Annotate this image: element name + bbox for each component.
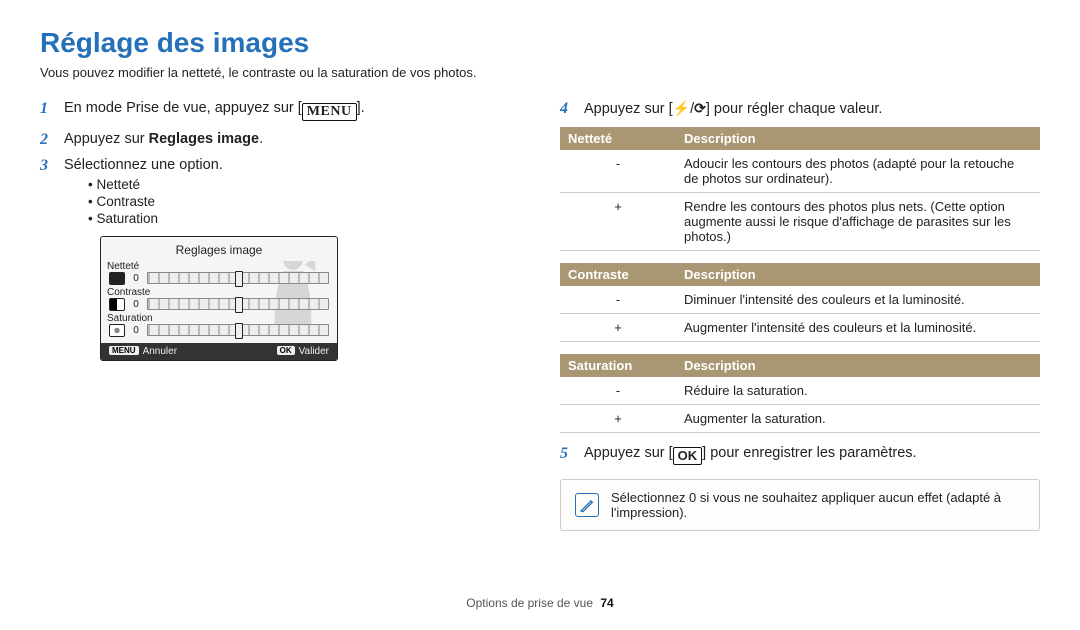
lcd-title: Reglages image bbox=[101, 237, 337, 261]
bullet-item: Saturation bbox=[88, 211, 520, 226]
lcd-cancel: MENU Annuler bbox=[109, 346, 177, 357]
step-5: 5 Appuyez sur [OK] pour enregistrer les … bbox=[560, 445, 1040, 465]
right-column: 4 Appuyez sur [⚡/⟳] pour régler chaque v… bbox=[560, 100, 1040, 531]
lcd-confirm: OK Valider bbox=[277, 346, 329, 357]
step-2-text-pre: Appuyez sur bbox=[64, 131, 149, 147]
table-header: Contraste bbox=[560, 263, 676, 286]
table-header: Description bbox=[676, 263, 1040, 286]
menu-tag-icon: MENU bbox=[109, 346, 139, 355]
lcd-slider-row: 0 bbox=[101, 323, 337, 339]
camera-lcd-preview: Reglages image Netteté 0 Contraste 0 Sat… bbox=[100, 236, 338, 361]
table-value: Diminuer l'intensité des couleurs et la … bbox=[676, 286, 1040, 314]
table-key: + bbox=[560, 404, 676, 432]
ok-tag-icon: OK bbox=[277, 346, 295, 355]
bullet-item: Contraste bbox=[88, 194, 520, 209]
lcd-confirm-label: Valider bbox=[299, 346, 329, 357]
contrast-icon bbox=[109, 298, 125, 311]
lcd-cancel-label: Annuler bbox=[143, 346, 177, 357]
lcd-slider-row: 0 bbox=[101, 297, 337, 313]
lcd-slider-row: 0 bbox=[101, 271, 337, 287]
ok-button-icon: OK bbox=[673, 447, 703, 465]
table-header: Netteté bbox=[560, 127, 676, 150]
note-icon bbox=[575, 493, 599, 517]
table-contraste: Contraste Description - Diminuer l'inten… bbox=[560, 263, 1040, 342]
note-box: Sélectionnez 0 si vous ne souhaitez appl… bbox=[560, 479, 1040, 531]
step-5-text-post: ] pour enregistrer les paramètres. bbox=[702, 445, 916, 461]
table-key: - bbox=[560, 377, 676, 405]
table-row: + Augmenter l'intensité des couleurs et … bbox=[560, 313, 1040, 341]
page-title: Réglage des images bbox=[40, 28, 1040, 59]
page-intro: Vous pouvez modifier la netteté, le cont… bbox=[40, 65, 1040, 80]
step-number: 2 bbox=[40, 131, 48, 149]
table-key: + bbox=[560, 313, 676, 341]
left-column: 1 En mode Prise de vue, appuyez sur [MEN… bbox=[40, 100, 520, 531]
step-5-text-pre: Appuyez sur [ bbox=[584, 445, 673, 461]
table-nettete: Netteté Description - Adoucir les contou… bbox=[560, 127, 1040, 251]
table-header: Description bbox=[676, 127, 1040, 150]
step-4: 4 Appuyez sur [⚡/⟳] pour régler chaque v… bbox=[560, 100, 1040, 117]
flash-icon: ⚡ bbox=[673, 100, 690, 117]
note-text: Sélectionnez 0 si vous ne souhaitez appl… bbox=[611, 490, 1025, 520]
table-row: + Rendre les contours des photos plus ne… bbox=[560, 192, 1040, 250]
table-header: Saturation bbox=[560, 354, 676, 377]
menu-button-icon: MENU bbox=[302, 103, 357, 121]
step-1-text-pre: En mode Prise de vue, appuyez sur [ bbox=[64, 100, 302, 116]
step-number: 4 bbox=[560, 100, 568, 118]
step-1-text-post: ]. bbox=[357, 100, 365, 116]
step-1: 1 En mode Prise de vue, appuyez sur [MEN… bbox=[40, 100, 520, 121]
table-row: - Réduire la saturation. bbox=[560, 377, 1040, 405]
bullet-item: Netteté bbox=[88, 177, 520, 192]
footer-section: Options de prise de vue bbox=[466, 596, 593, 610]
table-value: Augmenter la saturation. bbox=[676, 404, 1040, 432]
table-saturation: Saturation Description - Réduire la satu… bbox=[560, 354, 1040, 433]
footer-page-number: 74 bbox=[600, 596, 613, 610]
step-3-text: Sélectionnez une option. bbox=[64, 157, 223, 173]
table-key: - bbox=[560, 286, 676, 314]
lcd-value: 0 bbox=[130, 273, 142, 284]
step-number: 5 bbox=[560, 445, 568, 463]
timer-icon: ⟳ bbox=[694, 100, 706, 117]
table-row: - Adoucir les contours des photos (adapt… bbox=[560, 150, 1040, 193]
step-3-bullets: Netteté Contraste Saturation bbox=[88, 177, 520, 226]
lcd-footer: MENU Annuler OK Valider bbox=[101, 343, 337, 360]
table-value: Adoucir les contours des photos (adapté … bbox=[676, 150, 1040, 193]
sharpness-icon bbox=[109, 272, 125, 285]
step-4-text-post: ] pour régler chaque valeur. bbox=[706, 101, 883, 117]
step-2-bold: Reglages image bbox=[149, 131, 259, 147]
lcd-slider bbox=[147, 324, 329, 336]
table-value: Augmenter l'intensité des couleurs et la… bbox=[676, 313, 1040, 341]
table-value: Rendre les contours des photos plus nets… bbox=[676, 192, 1040, 250]
step-number: 3 bbox=[40, 157, 48, 175]
step-2-text-post: . bbox=[259, 131, 263, 147]
table-key: - bbox=[560, 150, 676, 193]
lcd-value: 0 bbox=[130, 299, 142, 310]
lcd-value: 0 bbox=[130, 325, 142, 336]
table-row: + Augmenter la saturation. bbox=[560, 404, 1040, 432]
step-2: 2 Appuyez sur Reglages image. bbox=[40, 131, 520, 147]
saturation-icon bbox=[109, 324, 125, 337]
page-footer: Options de prise de vue 74 bbox=[0, 596, 1080, 610]
table-row: - Diminuer l'intensité des couleurs et l… bbox=[560, 286, 1040, 314]
step-number: 1 bbox=[40, 100, 48, 118]
lcd-slider bbox=[147, 272, 329, 284]
table-value: Réduire la saturation. bbox=[676, 377, 1040, 405]
step-4-text-pre: Appuyez sur [ bbox=[584, 101, 673, 117]
table-header: Description bbox=[676, 354, 1040, 377]
table-key: + bbox=[560, 192, 676, 250]
lcd-slider bbox=[147, 298, 329, 310]
step-3: 3 Sélectionnez une option. Netteté Contr… bbox=[40, 157, 520, 226]
